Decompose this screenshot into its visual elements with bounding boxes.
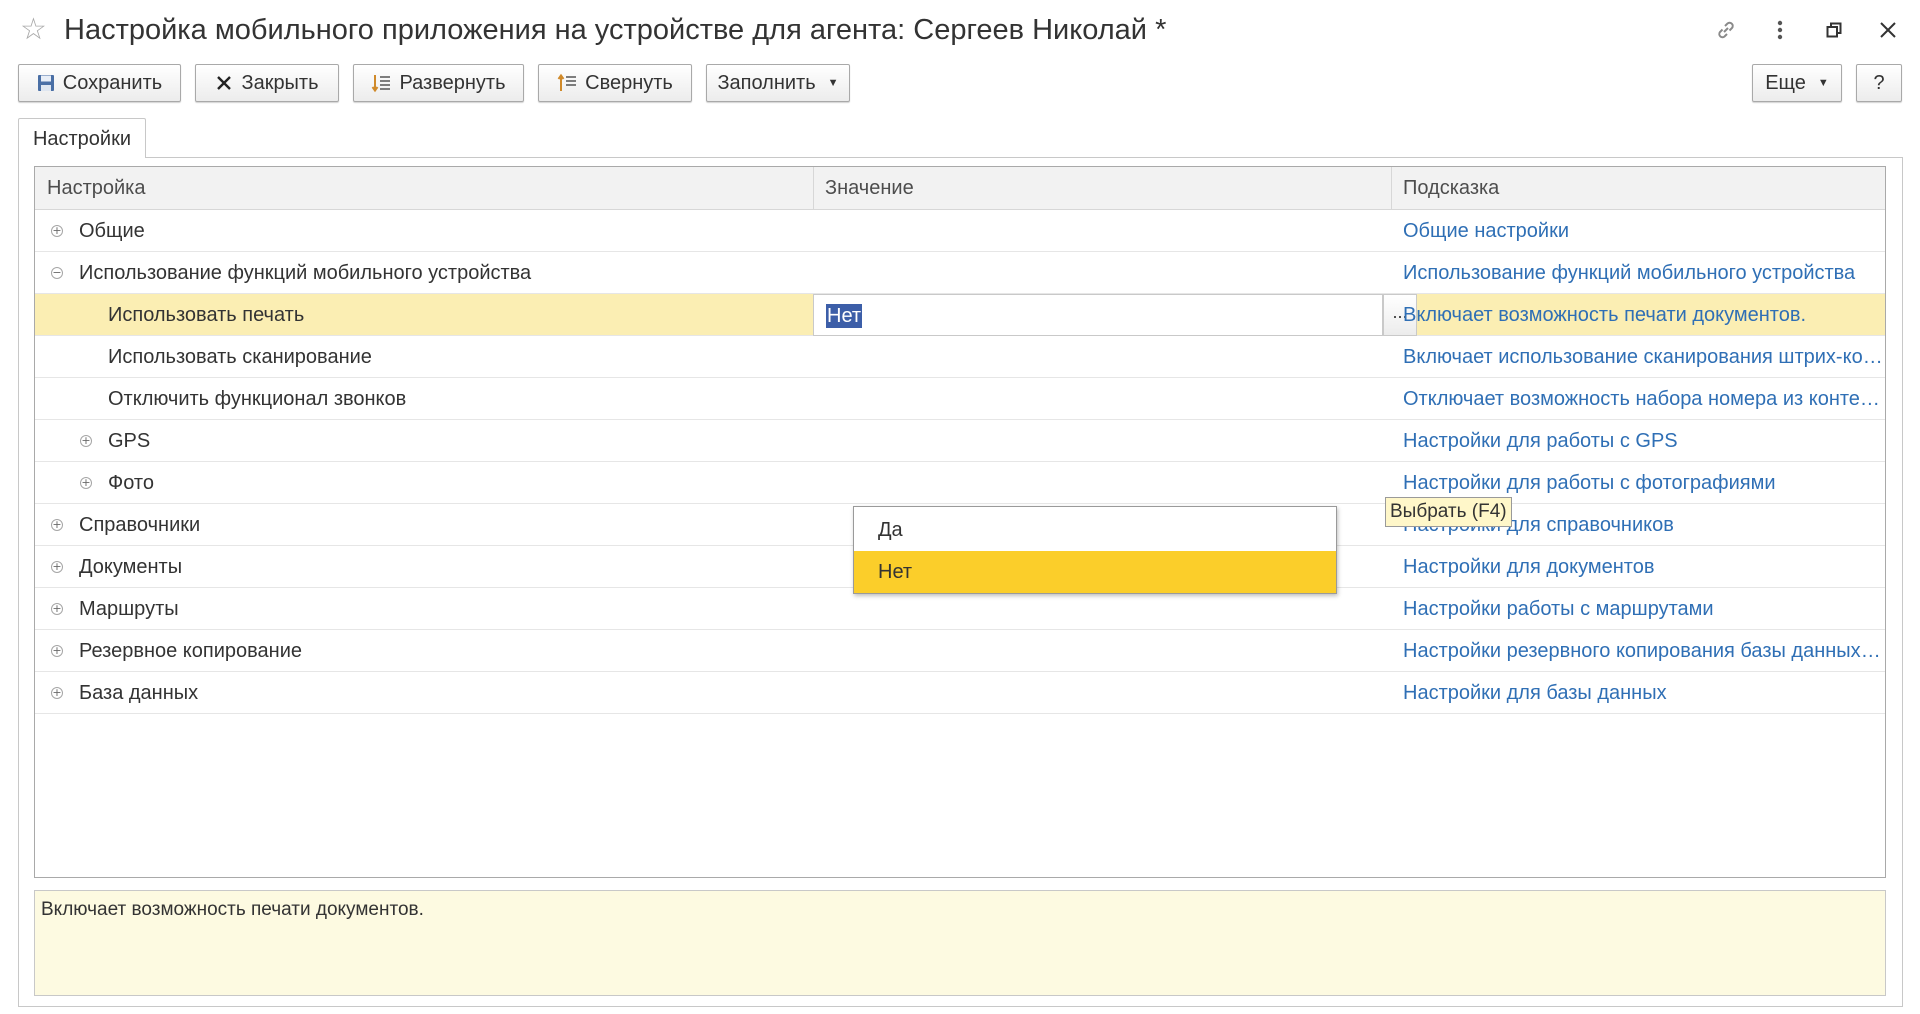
setting-hint-link[interactable]: Настройки для работы с GPS bbox=[1391, 420, 1883, 462]
dropdown-option[interactable]: Да bbox=[854, 509, 1336, 551]
value-selected-text: Нет bbox=[826, 304, 863, 328]
setting-name-cell: + База данных bbox=[35, 672, 813, 714]
setting-name: Использование функций мобильного устройс… bbox=[79, 262, 532, 284]
setting-name: Отключить функционал звонков bbox=[108, 388, 407, 410]
column-header-hint[interactable]: Подсказка bbox=[1391, 167, 1883, 210]
setting-hint-link[interactable]: Настройки работы с маршрутами bbox=[1391, 588, 1883, 630]
setting-name: База данных bbox=[79, 682, 199, 704]
setting-name: Резервное копирование bbox=[79, 640, 303, 662]
caret-down-icon: ▼ bbox=[1817, 77, 1829, 89]
title-actions bbox=[1710, 14, 1904, 46]
setting-name: Использовать печать bbox=[108, 304, 305, 326]
table-row[interactable]: Использовать печать Нет... Включает возмож… bbox=[35, 294, 1885, 336]
setting-name-cell: + Фото bbox=[35, 462, 813, 504]
setting-name-cell: + GPS bbox=[35, 420, 813, 462]
table-row[interactable]: Использовать сканирование Включает исполь… bbox=[35, 336, 1885, 378]
setting-name: Документы bbox=[79, 556, 183, 578]
save-label: Сохранить bbox=[62, 71, 163, 94]
description-text: Включает возможность печати документов. bbox=[41, 899, 424, 920]
setting-name: Маршруты bbox=[79, 598, 179, 620]
setting-hint-link[interactable]: Настройки резервного копирования базы да… bbox=[1391, 630, 1883, 672]
restore-window-icon[interactable] bbox=[1818, 14, 1850, 46]
save-button[interactable]: Сохранить bbox=[18, 64, 181, 102]
more-label: Еще bbox=[1765, 71, 1806, 94]
setting-hint-link[interactable]: Включает использование сканирования штри… bbox=[1391, 336, 1883, 378]
floppy-disk-icon bbox=[37, 74, 55, 92]
close-label: Закрыть bbox=[241, 71, 319, 94]
setting-name-cell: Отключить функционал звонков bbox=[35, 378, 813, 420]
setting-name-cell: + Документы bbox=[35, 546, 813, 588]
setting-name: GPS bbox=[108, 430, 151, 452]
table-row[interactable]: + База данных Настройки для базы данных bbox=[35, 672, 1885, 714]
collapse-tree-icon bbox=[557, 73, 577, 93]
table-row[interactable]: + GPS Настройки для работы с GPS bbox=[35, 420, 1885, 462]
setting-name: Справочники bbox=[79, 514, 201, 536]
setting-name: Общие bbox=[79, 220, 145, 242]
window-title: Настройка мобильного приложения на устро… bbox=[64, 14, 1167, 46]
fill-dropdown-button[interactable]: Заполнить ▼ bbox=[706, 64, 850, 102]
column-header-setting[interactable]: Настройка bbox=[35, 167, 813, 210]
table-body: + Общие Общие настройки − Использование функ… bbox=[35, 210, 1885, 714]
expand-label: Развернуть bbox=[399, 71, 506, 94]
expand-node-icon[interactable]: + bbox=[80, 477, 92, 489]
setting-name-cell: Использовать сканирование bbox=[35, 336, 813, 378]
close-x-icon bbox=[215, 74, 233, 92]
table-row[interactable]: + Общие Общие настройки bbox=[35, 210, 1885, 252]
tab-settings[interactable]: Настройки bbox=[18, 118, 146, 158]
expand-node-icon[interactable]: + bbox=[80, 435, 92, 447]
setting-name: Использовать сканирование bbox=[108, 346, 372, 368]
description-panel: Включает возможность печати документов. bbox=[34, 890, 1886, 996]
link-icon[interactable] bbox=[1710, 14, 1742, 46]
table-row[interactable]: + Фото Настройки для работы с фотографиями bbox=[35, 462, 1885, 504]
setting-name-cell: + Справочники bbox=[35, 504, 813, 546]
close-window-icon[interactable] bbox=[1872, 14, 1904, 46]
help-button[interactable]: ? bbox=[1856, 64, 1902, 102]
table-row[interactable]: − Использование функций мобильного устрой… bbox=[35, 252, 1885, 294]
setting-name-cell: Использовать печать bbox=[35, 294, 813, 336]
expand-node-icon[interactable]: + bbox=[51, 225, 63, 237]
setting-name: Фото bbox=[108, 472, 154, 494]
expand-node-icon[interactable]: + bbox=[51, 603, 63, 615]
collapse-node-icon[interactable]: − bbox=[51, 267, 63, 279]
table-row[interactable]: + Резервное копирование Настройки резервно… bbox=[35, 630, 1885, 672]
caret-down-icon: ▼ bbox=[827, 77, 839, 89]
table-row[interactable]: + Маршруты Настройки работы с маршрутами bbox=[35, 588, 1885, 630]
setting-hint-link[interactable]: Настройки для документов bbox=[1391, 546, 1883, 588]
collapse-label: Свернуть bbox=[585, 71, 673, 94]
settings-window: ☆ Настройка мобильного приложения на уст… bbox=[0, 0, 1920, 1014]
setting-hint-link[interactable]: Включает возможность печати документов. bbox=[1391, 294, 1883, 336]
title-bar: ☆ Настройка мобильного приложения на уст… bbox=[0, 0, 1920, 60]
setting-name-cell: + Резервное копирование bbox=[35, 630, 813, 672]
setting-hint-link[interactable]: Отключает возможность набора номера из к… bbox=[1391, 378, 1883, 420]
expand-node-icon[interactable]: + bbox=[51, 645, 63, 657]
setting-hint-link[interactable]: Настройки для базы данных bbox=[1391, 672, 1883, 714]
setting-hint-link[interactable]: Использование функций мобильного устройс… bbox=[1391, 252, 1883, 294]
value-dropdown-list: Да Нет bbox=[853, 506, 1337, 594]
value-input[interactable]: Нет bbox=[813, 294, 1383, 336]
expand-tree-icon bbox=[371, 73, 391, 93]
more-vertical-icon[interactable] bbox=[1764, 14, 1796, 46]
settings-table: Настройка Значение Подсказка + Общие Общие… bbox=[34, 166, 1886, 878]
help-label: ? bbox=[1873, 71, 1885, 94]
expand-node-icon[interactable]: + bbox=[51, 519, 63, 531]
table-row[interactable]: Отключить функционал звонков Отключает во… bbox=[35, 378, 1885, 420]
more-button[interactable]: Еще ▼ bbox=[1752, 64, 1842, 102]
setting-hint-link[interactable]: Общие настройки bbox=[1391, 210, 1883, 252]
setting-name-cell: + Маршруты bbox=[35, 588, 813, 630]
setting-name-cell: − Использование функций мобильного устрой… bbox=[35, 252, 813, 294]
close-button[interactable]: Закрыть bbox=[195, 64, 339, 102]
expand-node-icon[interactable]: + bbox=[51, 687, 63, 699]
column-header-value[interactable]: Значение bbox=[813, 167, 1391, 210]
dropdown-option[interactable]: Нет bbox=[854, 551, 1336, 593]
setting-name-cell: + Общие bbox=[35, 210, 813, 252]
expand-node-icon[interactable]: + bbox=[51, 561, 63, 573]
favorite-star-icon[interactable]: ☆ bbox=[20, 10, 47, 50]
collapse-button[interactable]: Свернуть bbox=[538, 64, 692, 102]
select-tooltip: Выбрать (F4) bbox=[1385, 497, 1512, 527]
fill-label: Заполнить bbox=[717, 71, 816, 94]
expand-button[interactable]: Развернуть bbox=[353, 64, 524, 102]
table-header: Настройка Значение Подсказка bbox=[35, 167, 1885, 210]
